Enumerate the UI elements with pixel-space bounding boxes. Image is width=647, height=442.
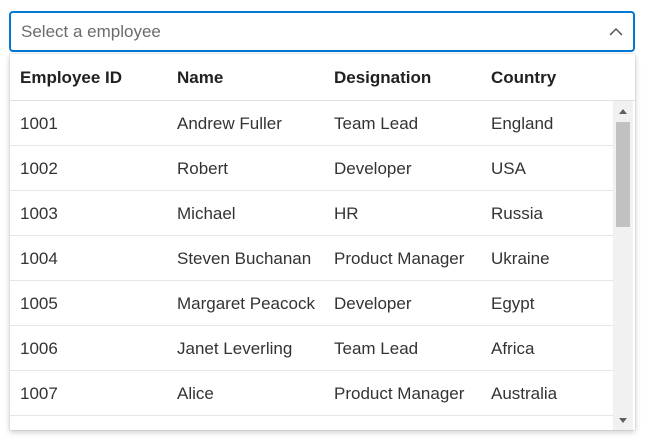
scrollbar-thumb[interactable]	[616, 122, 630, 227]
cell-name: Robert	[177, 159, 229, 178]
dropdown-toggle-button[interactable]	[599, 13, 633, 50]
triangle-down-icon	[619, 417, 627, 423]
table-row[interactable]: 1002 Robert Developer USA	[10, 146, 613, 191]
table-row[interactable]: 1001 Andrew Fuller Team Lead England	[10, 101, 613, 146]
grid-body[interactable]: 1001 Andrew Fuller Team Lead England 100…	[10, 101, 613, 430]
cell-country: Egypt	[491, 294, 535, 313]
table-row[interactable]: 1005 Margaret Peacock Developer Egypt	[10, 281, 613, 326]
cell-employee-id: 1001	[20, 114, 58, 133]
header-employee-id: Employee ID	[20, 68, 123, 87]
cell-employee-id: 1002	[20, 159, 58, 178]
chevron-up-icon	[609, 27, 623, 36]
employee-dropdown-popup: Employee ID Name Designation Country 100…	[10, 54, 635, 430]
triangle-up-icon	[619, 108, 627, 114]
cell-name: Alice	[177, 384, 214, 403]
cell-country: Australia	[491, 384, 558, 403]
cell-designation: Team Lead	[334, 339, 419, 358]
table-row[interactable]: 1004 Steven Buchanan Product Manager Ukr…	[10, 236, 613, 281]
cell-name: Janet Leverling	[177, 339, 293, 358]
header-country: Country	[491, 68, 557, 87]
cell-employee-id: 1003	[20, 204, 58, 223]
cell-country: Africa	[491, 339, 535, 358]
cell-designation: HR	[334, 204, 359, 223]
cell-name: Michael	[177, 204, 236, 223]
grid-header: Employee ID Name Designation Country	[10, 54, 635, 101]
cell-designation: Developer	[334, 294, 412, 313]
vertical-scrollbar[interactable]	[613, 101, 633, 430]
cell-name: Steven Buchanan	[177, 249, 312, 268]
cell-country: USA	[491, 159, 526, 178]
cell-employee-id: 1004	[20, 249, 58, 268]
cell-designation: Product Manager	[334, 249, 465, 268]
table-row[interactable]: 1006 Janet Leverling Team Lead Africa	[10, 326, 613, 371]
cell-designation: Product Manager	[334, 384, 465, 403]
cell-employee-id: 1005	[20, 294, 58, 313]
header-name: Name	[177, 68, 224, 87]
cell-employee-id: 1007	[20, 384, 58, 403]
cell-designation: Team Lead	[334, 114, 419, 133]
cell-designation: Developer	[334, 159, 412, 178]
table-row[interactable]: 1003 Michael HR Russia	[10, 191, 613, 236]
cell-country: England	[491, 114, 554, 133]
employee-combobox[interactable]	[9, 11, 635, 52]
header-designation: Designation	[334, 68, 432, 87]
table-row[interactable]: 1007 Alice Product Manager Australia	[10, 371, 613, 416]
cell-name: Andrew Fuller	[177, 114, 282, 133]
cell-country: Ukraine	[491, 249, 550, 268]
scroll-up-button[interactable]	[613, 103, 633, 119]
cell-employee-id: 1006	[20, 339, 58, 358]
employee-search-input[interactable]	[11, 13, 601, 50]
scroll-down-button[interactable]	[613, 412, 633, 428]
cell-country: Russia	[491, 204, 543, 223]
cell-name: Margaret Peacock	[177, 294, 315, 313]
